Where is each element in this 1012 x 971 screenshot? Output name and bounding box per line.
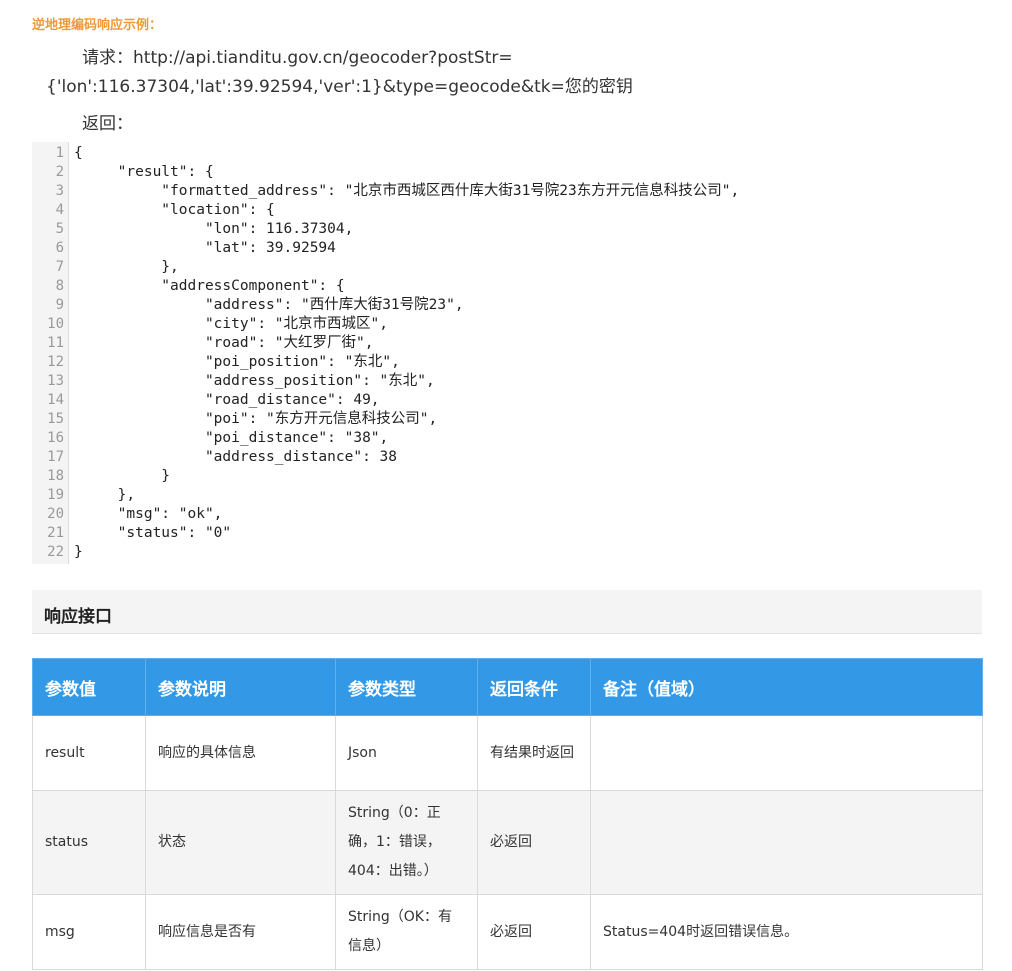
line-number: 20 [47,506,64,522]
line-number: 13 [47,373,64,389]
code-line: "lat": 39.92594 [74,240,336,256]
code-line: "address_position": "东北", [74,373,435,389]
code-line: "road": "大红罗厂街", [74,335,374,351]
line-number: 9 [55,297,64,313]
cell-return-condition: 必返回 [477,790,591,895]
line-number: 8 [55,278,64,294]
response-section-title: 响应接口 [44,607,112,627]
code-line: "poi": "东方开元信息科技公司", [74,411,438,427]
code-line: "msg": "ok", [74,506,223,522]
line-number: 14 [47,392,64,408]
line-number: 15 [47,411,64,427]
table-row: result 响应的具体信息 Json 有结果时返回 [32,715,983,791]
line-number: 6 [55,240,64,256]
line-number: 17 [47,449,64,465]
code-line: "addressComponent": { [74,278,345,294]
cell-return-condition: 必返回 [477,894,591,970]
cell-param-type: Json [335,715,478,791]
header-param-type: 参数类型 [335,658,478,716]
header-param-desc: 参数说明 [145,658,336,716]
section-title: 逆地理编码响应示例： [32,18,163,33]
line-number: 2 [55,164,64,180]
cell-param-type: String（OK：有信息） [335,894,478,970]
code-line: }, [74,259,179,275]
code-line: "poi_distance": "38", [74,430,389,446]
header-return-condition: 返回条件 [477,658,591,716]
cell-param-value: result [32,715,146,791]
line-number: 11 [47,335,64,351]
line-number: 3 [55,183,64,199]
line-number: 16 [47,430,64,446]
cell-param-type: String（0：正确，1：错误，404：出错。） [335,790,478,895]
code-line: { [74,145,83,161]
line-number: 5 [55,221,64,237]
cell-remarks: Status=404时返回错误信息。 [590,894,983,970]
code-line: "location": { [74,202,275,218]
code-line: "lon": 116.37304, [74,221,354,237]
cell-param-value: msg [32,894,146,970]
request-example: 请求：http://api.tianditu.gov.cn/geocoder?p… [46,48,633,97]
line-number: 19 [47,487,64,503]
cell-remarks [590,715,983,791]
line-number: 4 [55,202,64,218]
return-label: 返回： [82,114,133,134]
cell-param-desc: 响应的具体信息 [145,715,336,791]
line-number-gutter: 1 2 3 4 5 6 7 8 9 10 11 12 13 14 15 16 17 18 19 20 21 22 [32,142,69,564]
cell-param-desc: 状态 [145,790,336,895]
code-line: "address_distance": 38 [74,449,398,465]
line-number: 10 [47,316,64,332]
code-block: 1 2 3 4 5 6 7 8 9 10 11 12 13 14 15 16 17 18 19 20 21 22 { "r… [32,142,982,564]
table-row: msg 响应信息是否有 String（OK：有信息） 必返回 Status=40… [32,894,983,970]
line-number: 21 [47,525,64,541]
code-line: "city": "北京市西城区", [74,316,388,332]
response-params-table: 参数值 参数说明 参数类型 返回条件 备注（值域） result 响应的具体信息… [32,658,983,970]
line-number: 22 [47,544,64,560]
cell-param-value: status [32,790,146,895]
table-header-row: 参数值 参数说明 参数类型 返回条件 备注（值域） [32,658,983,716]
response-section-header: 响应接口 [32,590,982,634]
code-line: } [74,544,83,560]
code-line: "road_distance": 49, [74,392,380,408]
header-param-value: 参数值 [32,658,146,716]
code-line: "status": "0" [74,525,232,541]
line-number: 1 [55,145,64,161]
code-line: }, [74,487,136,503]
code-line: } [74,468,171,484]
header-remarks: 备注（值域） [590,658,983,716]
table-row: status 状态 String（0：正确，1：错误，404：出错。） 必返回 [32,790,983,895]
code-line: "address": "西什库大街31号院23", [74,297,464,313]
line-number: 12 [47,354,64,370]
code-line: "result": { [74,164,214,180]
line-number: 7 [55,259,64,275]
code-line: "poi_position": "东北", [74,354,400,370]
code-line: "formatted_address": "北京市西城区西什库大街31号院23东… [74,183,740,199]
cell-remarks [590,790,983,895]
cell-return-condition: 有结果时返回 [477,715,591,791]
cell-param-desc: 响应信息是否有 [145,894,336,970]
line-number: 18 [47,468,64,484]
